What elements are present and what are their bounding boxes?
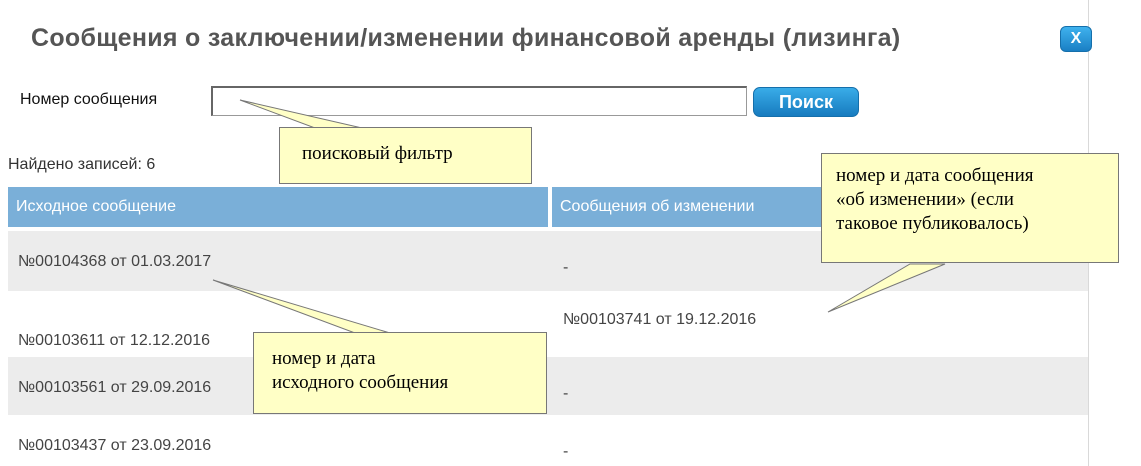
change-message-cell: - (563, 443, 569, 460)
callout-text: «об изменении» (если (836, 189, 1014, 210)
search-button[interactable]: Поиск (753, 87, 859, 117)
original-message-cell[interactable]: №00103561 от 29.09.2016 (18, 379, 211, 397)
original-message-cell[interactable]: №00104368 от 01.03.2017 (18, 253, 211, 271)
callout-search-filter: поисковый фильтр (279, 127, 532, 184)
callout-change-message: номер и дата сообщения «об изменении» (е… (821, 153, 1119, 263)
original-message-cell[interactable]: №00103437 от 23.09.2016 (18, 437, 211, 455)
original-message-cell[interactable]: №00103611 от 12.12.2016 (18, 332, 210, 350)
column-header-original: Исходное сообщение (8, 187, 548, 227)
change-message-cell: - (563, 259, 569, 276)
dialog-title: Сообщения о заключении/изменении финансо… (31, 24, 901, 52)
callout-text: номер и дата (272, 348, 376, 369)
search-label: Номер сообщения (20, 91, 158, 108)
callout-text: номер и дата сообщения (836, 165, 1034, 186)
message-number-input[interactable] (211, 86, 747, 116)
change-message-cell: - (563, 385, 569, 402)
close-button[interactable]: X (1060, 26, 1092, 52)
records-found-count: Найдено записей: 6 (8, 156, 156, 173)
callout-text: поисковый фильтр (302, 143, 453, 164)
callout-text: исходного сообщения (272, 372, 449, 393)
callout-text: таковое публиковалось) (836, 213, 1029, 234)
change-message-cell[interactable]: №00103741 от 19.12.2016 (563, 311, 756, 329)
callout-original-message: номер и дата исходного сообщения (253, 332, 547, 414)
